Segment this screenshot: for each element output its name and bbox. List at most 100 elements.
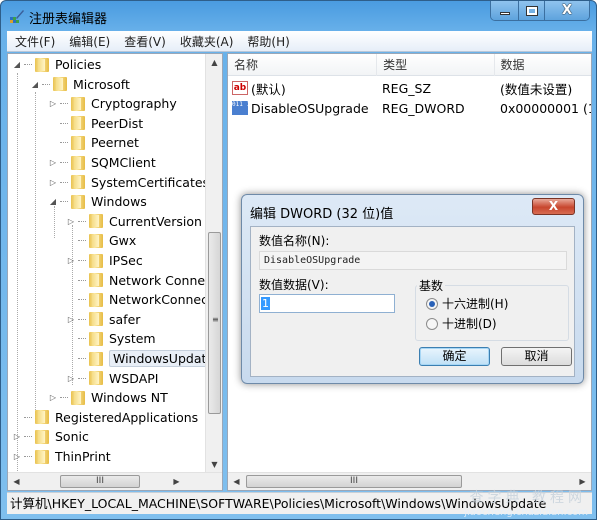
tree-item-label: Policies	[55, 57, 102, 72]
maximize-button[interactable]	[519, 1, 545, 20]
tree-vscroll-thumb[interactable]: ≡	[208, 232, 221, 414]
list-header: 名称 类型 数据	[228, 54, 591, 76]
column-data[interactable]: 数据	[495, 54, 591, 76]
collapsed-arrow-icon[interactable]: ▷	[48, 99, 58, 108]
tree-item[interactable]: ▷ IPSec	[66, 251, 143, 270]
tree-item[interactable]: ▷ Cryptography	[48, 94, 177, 113]
tree-item-label: PeerDist	[91, 115, 144, 131]
dialog-title: 编辑 DWORD (32 位)值	[250, 207, 394, 222]
scroll-left-arrow-icon[interactable]: ◀	[228, 473, 245, 490]
tree-item[interactable]: ◢ Microsoft	[30, 75, 130, 94]
collapsed-arrow-icon[interactable]: ▷	[66, 315, 76, 324]
scroll-left-arrow-icon[interactable]: ◀	[8, 473, 25, 490]
tree-connector	[78, 377, 86, 379]
ok-button[interactable]: 确定	[419, 347, 490, 366]
folder-icon	[88, 253, 104, 268]
tree-item[interactable]: Gwx	[66, 231, 136, 250]
dialog-close-button[interactable]: X	[532, 198, 575, 215]
menu-favorites[interactable]: 收藏夹(A)	[180, 33, 234, 50]
tree-item[interactable]: ▷ Sonic	[12, 427, 89, 446]
tree-item[interactable]: ▷ ThinPrint	[12, 447, 111, 466]
maximize-icon	[525, 5, 538, 16]
minimize-button[interactable]	[491, 1, 519, 20]
dialog-body: 数值名称(N): DisableOSUpgrade 数值数据(V): 1 十六进…	[250, 226, 575, 377]
tree-item[interactable]: ▷ SystemCertificates	[48, 173, 209, 192]
value-row-default[interactable]: ab (默认) REG_SZ (数值未设置)	[228, 78, 572, 98]
tree-item-label: IPSec	[109, 253, 143, 268]
value-row-disableosupgrade[interactable]: 011 110 DisableOSUpgrade REG_DWORD 0x000…	[228, 98, 591, 118]
collapsed-arrow-icon[interactable]: ▷	[48, 178, 58, 187]
radio-decimal[interactable]: 十进制(D)	[426, 315, 497, 332]
tree-item-label: Network Connecti	[109, 272, 221, 288]
tree-item[interactable]: ◢ Policies	[12, 55, 101, 74]
collapsed-arrow-icon[interactable]: ▷	[12, 452, 22, 461]
tree-item[interactable]: PeerDist	[48, 114, 143, 133]
cancel-button[interactable]: 取消	[501, 347, 572, 366]
radio-hex-label: 十六进制(H)	[442, 297, 509, 311]
list-hscroll-thumb[interactable]: III	[246, 475, 462, 488]
value-data-input[interactable]: 1	[259, 294, 395, 313]
scroll-up-arrow-icon[interactable]: ▲	[206, 54, 222, 71]
collapsed-arrow-icon[interactable]: ▷	[66, 256, 76, 265]
tree-item-label: System	[109, 331, 156, 347]
folder-icon	[34, 57, 50, 72]
tree-connector	[78, 338, 86, 340]
tree-hscroll-thumb[interactable]: III	[60, 475, 140, 488]
scroll-right-arrow-icon[interactable]: ▶	[168, 473, 185, 490]
column-type[interactable]: 类型	[377, 54, 495, 76]
watermark-url: jiaocheng.chazidian.com	[464, 507, 588, 518]
expanded-arrow-icon[interactable]: ◢	[48, 197, 58, 206]
tree-horizontal-scrollbar[interactable]: ◀ III ▶	[8, 472, 222, 490]
tree-connector	[78, 260, 86, 261]
folder-icon	[88, 273, 104, 288]
folder-icon	[88, 312, 104, 327]
folder-icon	[88, 371, 104, 386]
tree-item[interactable]: NetworkConnectiv	[66, 290, 222, 309]
tree-guide-line	[35, 92, 36, 412]
tree-item[interactable]: ▷ CurrentVersion	[66, 212, 202, 231]
folder-icon	[52, 77, 68, 92]
column-name[interactable]: 名称	[228, 54, 378, 76]
regedit-app-icon	[10, 10, 24, 23]
folder-icon	[88, 351, 104, 366]
menu-view[interactable]: 查看(V)	[124, 33, 166, 50]
radio-checked-icon	[426, 297, 438, 310]
tree-item[interactable]: WindowsUpdate	[66, 349, 219, 368]
expanded-arrow-icon[interactable]: ◢	[12, 60, 22, 69]
collapsed-arrow-icon[interactable]: ▷	[12, 432, 22, 441]
folder-icon	[88, 233, 104, 248]
tree-connector	[78, 318, 86, 320]
collapsed-arrow-icon[interactable]: ▷	[66, 374, 76, 383]
tree-item-label: SystemCertificates	[91, 174, 210, 190]
tree-item[interactable]: ◢ Windows	[48, 192, 147, 211]
tree-vertical-scrollbar[interactable]: ▲ ≡ ▼	[205, 54, 222, 473]
menu-help[interactable]: 帮助(H)	[247, 33, 289, 50]
tree-item-label: RegisteredApplications	[55, 409, 199, 425]
collapsed-arrow-icon[interactable]: ▷	[48, 158, 58, 167]
tree-connector	[78, 279, 86, 281]
collapsed-arrow-icon[interactable]: ▷	[66, 217, 76, 226]
expanded-arrow-icon[interactable]: ◢	[30, 80, 40, 89]
scroll-down-arrow-icon[interactable]: ▼	[206, 456, 222, 473]
tree-item[interactable]: RegisteredApplications	[12, 408, 198, 427]
value-data: (数值未设置)	[500, 81, 573, 97]
tree-item-label: Microsoft	[73, 76, 130, 92]
close-button[interactable]: X	[545, 1, 589, 20]
radio-hexadecimal[interactable]: 十六进制(H)	[426, 295, 508, 312]
menu-file[interactable]: 文件(F)	[15, 33, 55, 50]
tree-item[interactable]: ▷ Windows NT	[48, 388, 168, 407]
tree-item[interactable]: ▷ safer	[66, 310, 140, 329]
tree-item[interactable]: ▷ SQMClient	[48, 153, 156, 172]
value-type: REG_SZ	[382, 80, 432, 96]
title-bar[interactable]: 注册表编辑器 X	[1, 1, 596, 31]
tree-item-label: Cryptography	[91, 96, 177, 112]
menu-edit[interactable]: 编辑(E)	[69, 33, 110, 50]
tree-item[interactable]: ▷ WSDAPI	[66, 369, 159, 388]
tree-connector	[24, 416, 32, 418]
edit-dword-dialog: 编辑 DWORD (32 位)值 X 数值名称(N): DisableOSUpg…	[241, 194, 584, 384]
tree-item[interactable]: Network Connecti	[66, 271, 220, 290]
tree-item[interactable]: Peernet	[48, 133, 139, 152]
collapsed-arrow-icon[interactable]: ▷	[48, 393, 58, 402]
registry-editor-window: 注册表编辑器 X 文件(F) 编辑(E) 查看(V) 收藏夹(A) 帮助(H) …	[0, 0, 597, 520]
tree-item[interactable]: System	[66, 329, 156, 348]
